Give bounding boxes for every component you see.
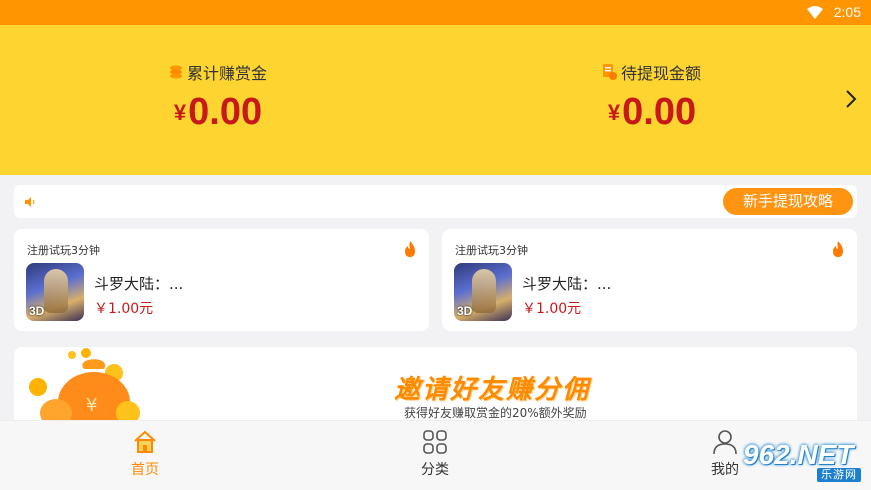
watermark-logo: 962.NET bbox=[743, 439, 854, 470]
task-card[interactable]: 注册试玩3分钟 3D 斗罗大陆：... ￥1.00元 bbox=[14, 229, 429, 331]
task-title: 斗罗大陆：... bbox=[94, 275, 184, 293]
task-card[interactable]: 注册试玩3分钟 3D 斗罗大陆：... ￥1.00元 bbox=[442, 229, 857, 331]
earned-summary[interactable]: 累计赚赏金 ¥0.00 bbox=[88, 60, 348, 135]
status-bar: 2:05 bbox=[0, 0, 871, 25]
notice-bar: 新手提现攻略 bbox=[14, 185, 857, 218]
task-tag: 注册试玩3分钟 bbox=[27, 244, 100, 257]
task-title: 斗罗大陆：... bbox=[522, 275, 612, 293]
site-watermark: 962.NET 乐游网 bbox=[743, 440, 865, 482]
game-thumbnail: 3D bbox=[26, 263, 84, 321]
pending-summary[interactable]: 待提现金额 ¥0.00 bbox=[522, 60, 782, 135]
watermark-subtitle: 乐游网 bbox=[817, 468, 861, 482]
invite-title: 邀请好友赚分佣 bbox=[394, 375, 591, 405]
money-bag-icon: ¥ bbox=[29, 348, 140, 427]
grid-icon bbox=[423, 430, 447, 454]
earned-label: 累计赚赏金 bbox=[186, 64, 267, 83]
home-icon bbox=[134, 430, 156, 453]
task-tag: 注册试玩3分钟 bbox=[455, 244, 528, 257]
game-3d-badge: 3D bbox=[29, 304, 45, 318]
balance-header: 累计赚赏金 ¥0.00 待提现金额 ¥0.00 bbox=[0, 25, 871, 175]
svg-text:¥: ¥ bbox=[86, 395, 97, 416]
earned-currency: ¥ bbox=[173, 100, 187, 125]
chevron-right-icon[interactable] bbox=[845, 89, 857, 109]
earned-value: 0.00 bbox=[188, 91, 263, 133]
document-coin-icon bbox=[602, 64, 617, 80]
wifi-icon bbox=[807, 6, 823, 19]
tab-category-label: 分类 bbox=[421, 462, 449, 478]
coin-stack-icon bbox=[169, 65, 182, 79]
pending-currency: ¥ bbox=[607, 100, 621, 125]
tab-category[interactable]: 分类 bbox=[385, 429, 485, 479]
tab-home[interactable]: 首页 bbox=[95, 429, 195, 479]
fire-icon bbox=[405, 241, 415, 257]
pending-label: 待提现金额 bbox=[620, 64, 701, 83]
status-time: 2:05 bbox=[833, 4, 861, 20]
speaker-icon bbox=[25, 197, 35, 207]
withdraw-guide-button[interactable]: 新手提现攻略 bbox=[723, 188, 853, 215]
game-3d-badge: 3D bbox=[457, 304, 473, 318]
task-reward: ￥1.00元 bbox=[522, 301, 582, 317]
invite-banner[interactable]: ¥ 邀请好友赚分佣 获得好友赚取赏金的20%额外奖励 bbox=[14, 347, 857, 427]
tab-home-label: 首页 bbox=[131, 462, 159, 478]
task-reward: ￥1.00元 bbox=[94, 301, 154, 317]
pending-value: 0.00 bbox=[622, 91, 697, 133]
invite-subtitle: 获得好友赚取赏金的20%额外奖励 bbox=[404, 406, 587, 420]
fire-icon bbox=[833, 241, 843, 257]
game-thumbnail: 3D bbox=[454, 263, 512, 321]
user-icon bbox=[713, 430, 737, 455]
bottom-tab-bar: 首页 分类 我的 bbox=[0, 420, 871, 490]
